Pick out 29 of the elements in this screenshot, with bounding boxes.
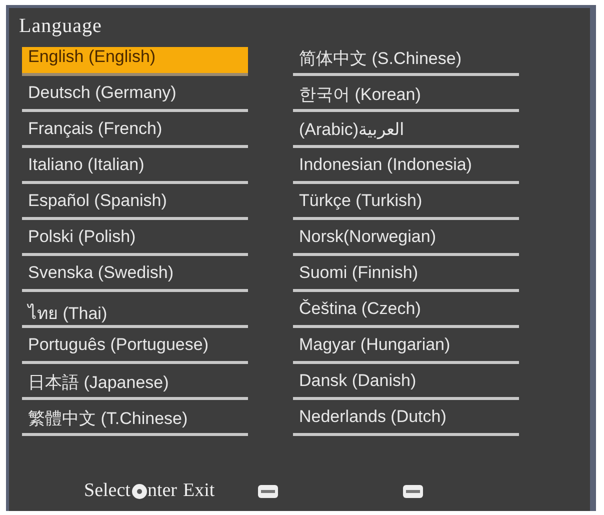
language-option[interactable]: 한국어 (Korean) — [293, 83, 519, 112]
language-option[interactable]: Français (French) — [22, 119, 248, 148]
language-option[interactable]: Nederlands (Dutch) — [293, 407, 519, 436]
language-option[interactable]: 繁體中文 (T.Chinese) — [22, 407, 248, 436]
enter-label: nter — [147, 480, 177, 502]
language-option[interactable]: Indonesian (Indonesia) — [293, 155, 519, 184]
language-option[interactable]: ไทย (Thai) — [22, 299, 248, 328]
window-title: Language — [18, 14, 103, 39]
language-option[interactable]: Português (Portuguese) — [22, 335, 248, 364]
language-option[interactable]: English (English) — [22, 47, 248, 76]
select-label: Select — [84, 480, 130, 502]
language-option[interactable]: 日本語 (Japanese) — [22, 371, 248, 400]
language-option[interactable]: 简体中文 (S.Chinese) — [293, 47, 519, 76]
language-option[interactable]: Čeština (Czech) — [293, 299, 519, 328]
exit-label: Exit — [182, 480, 215, 502]
language-option[interactable]: Deutsch (Germany) — [22, 83, 248, 112]
language-option[interactable]: Suomi (Finnish) — [293, 263, 519, 292]
language-option[interactable]: Italiano (Italian) — [22, 155, 248, 184]
menu-key-icon — [402, 484, 423, 498]
language-option[interactable]: Türkçe (Turkish) — [293, 191, 519, 220]
language-option[interactable]: (Arabic)العربية — [293, 119, 519, 148]
language-option[interactable]: Svenska (Swedish) — [22, 263, 248, 292]
enter-key-icon — [258, 484, 278, 498]
language-option[interactable]: Norsk(Norwegian) — [293, 227, 519, 256]
navigation-pad-icon — [132, 484, 148, 498]
language-option[interactable]: Magyar (Hungarian) — [293, 335, 519, 364]
language-option[interactable]: Español (Spanish) — [22, 191, 248, 220]
language-option[interactable]: Dansk (Danish) — [293, 371, 519, 400]
language-option[interactable]: Polski (Polish) — [22, 227, 248, 256]
